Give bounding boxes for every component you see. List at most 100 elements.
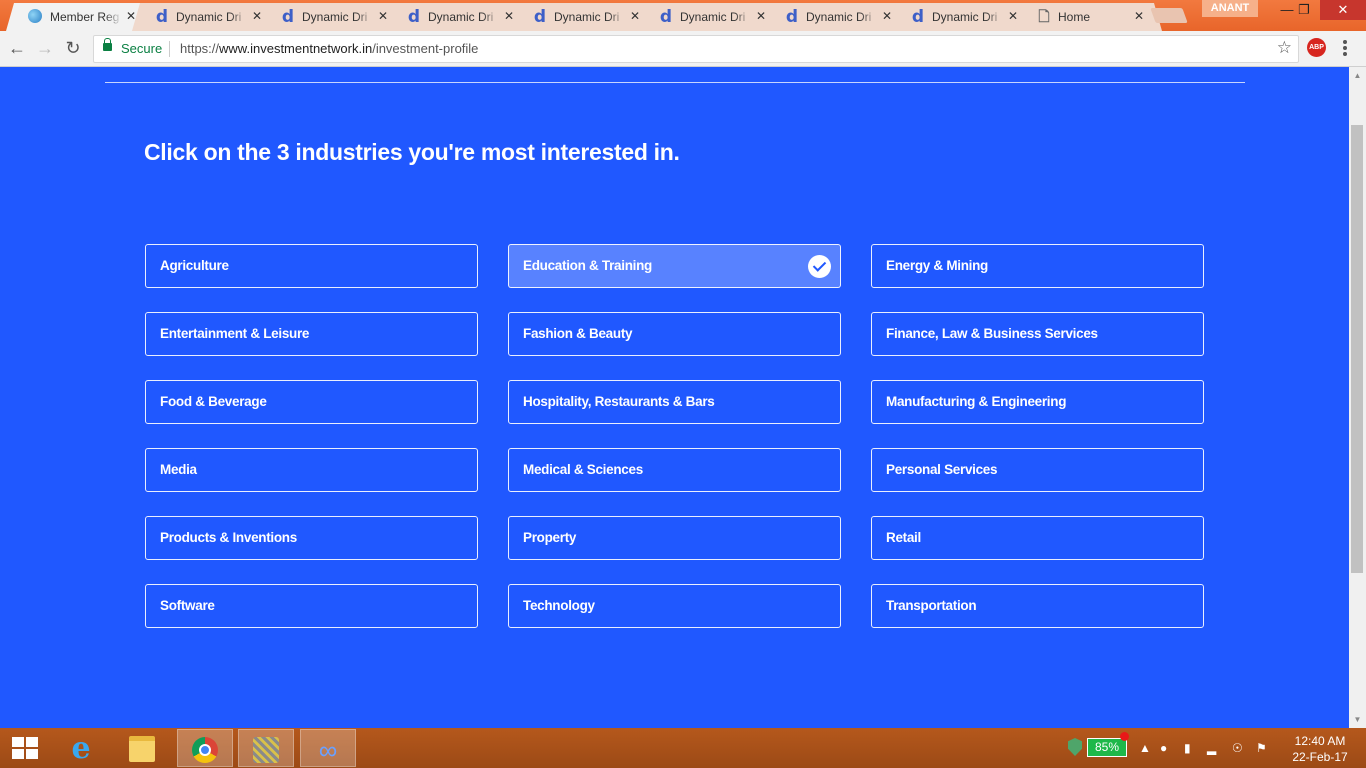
profile-button[interactable]: ANANT [1202,0,1258,17]
scroll-up-icon[interactable]: ▲ [1349,67,1366,84]
industry-label: Products & Inventions [160,530,297,545]
infinity-icon: ∞ [318,735,338,765]
industry-label: Transportation [886,598,977,613]
taskbar: e ∞ 85% ▲ ● ▮ ▂ ☉ ⚑ 12:40 AM 22-Feb-17 [0,728,1366,768]
tab-strip: Member Reg ✕ d Dynamic Dri ✕ d Dynamic Dri ✕ d Dy… [0,0,1366,31]
url-host: www.investmentnetwork.in [219,41,373,56]
industry-option[interactable]: Medical & Sciences [508,448,841,492]
chrome-icon [192,737,218,763]
browser-menu-icon[interactable] [1343,40,1347,58]
address-bar[interactable]: Secure https://www.investmentnetwork.in/… [93,35,1299,63]
tab-title: Dynamic Dri [176,10,248,24]
industry-label: Education & Training [523,258,653,273]
industry-label: Agriculture [160,258,229,273]
industry-option[interactable]: Manufacturing & Engineering [871,380,1204,424]
notification-dot-icon [1120,732,1129,741]
tab-title: Dynamic Dri [806,10,878,24]
industry-option[interactable]: Finance, Law & Business Services [871,312,1204,356]
network-globe-icon[interactable]: ● [1160,741,1167,755]
tab-title: Member Reg [50,10,122,24]
file-explorer-icon [129,736,155,762]
tab-title: Dynamic Dri [932,10,1004,24]
d-icon: d [281,7,295,27]
page-content: Click on the 3 industries you're most in… [0,67,1349,728]
restore-icon[interactable]: ❐ [1287,0,1321,20]
section-divider [105,82,1245,83]
industry-option[interactable]: Hospitality, Restaurants & Bars [508,380,841,424]
d-icon: d [785,7,799,27]
ie-icon [28,9,42,23]
tab-title: Dynamic Dri [554,10,626,24]
industry-label: Hospitality, Restaurants & Bars [523,394,715,409]
security-label: Secure [121,41,163,56]
page-heading: Click on the 3 industries you're most in… [144,139,680,165]
document-icon: 🗋 [1038,9,1050,25]
taskbar-infinity-app[interactable]: ∞ [300,729,356,767]
url-text[interactable]: https://www.investmentnetwork.in/investm… [180,41,478,56]
industry-option[interactable]: Property [508,516,841,560]
power-plug-icon[interactable]: ▮ [1184,741,1191,755]
tab-close-icon[interactable]: ✕ [1134,9,1144,23]
industry-option[interactable]: Agriculture [145,244,478,288]
signal-bars-icon[interactable]: ▂ [1207,741,1216,755]
d-icon: d [407,7,421,27]
industry-option[interactable]: Transportation [871,584,1204,628]
security-shield-icon[interactable] [1068,738,1082,756]
industry-label: Fashion & Beauty [523,326,633,341]
battery-indicator[interactable]: 85% [1087,738,1127,757]
d-icon: d [533,7,547,27]
window-close-icon[interactable]: ✕ [1320,0,1366,20]
checkmark-icon [808,255,831,278]
adblock-icon[interactable]: ABP [1307,38,1326,57]
industry-label: Manufacturing & Engineering [886,394,1067,409]
industry-label: Property [523,530,577,545]
new-tab-button[interactable] [1150,8,1188,23]
industry-option[interactable]: Products & Inventions [145,516,478,560]
page-scrollbar[interactable]: ▲ ▼ [1349,67,1366,728]
industry-label: Entertainment & Leisure [160,326,310,341]
industry-label: Medical & Sciences [523,462,643,477]
url-path: /investment-profile [372,41,479,56]
industry-option[interactable]: Entertainment & Leisure [145,312,478,356]
industry-label: Technology [523,598,595,613]
tab-title: Home [1058,10,1130,24]
industry-option[interactable]: Technology [508,584,841,628]
industry-label: Food & Beverage [160,394,267,409]
system-clock[interactable]: 12:40 AM 22-Feb-17 [1284,733,1356,765]
windows-start-icon[interactable] [12,737,38,759]
tab-title: Dynamic Dri [302,10,374,24]
taskbar-ie[interactable]: e [54,729,110,767]
scroll-down-icon[interactable]: ▼ [1349,711,1366,728]
industry-option[interactable]: Fashion & Beauty [508,312,841,356]
industry-label: Personal Services [886,462,998,477]
taskbar-explorer[interactable] [115,729,171,767]
volume-muted-icon[interactable]: ☉ [1232,741,1243,755]
d-icon: d [659,7,673,27]
taskbar-tools[interactable] [238,729,294,767]
tab-title: Dynamic Dri [680,10,752,24]
clock-time: 12:40 AM [1294,734,1346,748]
industry-option[interactable]: Education & Training [508,244,841,288]
back-icon[interactable]: ← [7,38,27,58]
browser-tab[interactable]: 🗋 Home ✕ [1014,3,1162,31]
show-hidden-icons-icon[interactable]: ▲ [1139,741,1151,755]
divider [169,41,170,57]
industry-label: Software [160,598,215,613]
industry-option[interactable]: Energy & Mining [871,244,1204,288]
d-icon: d [155,7,169,27]
internet-explorer-icon: e [71,731,91,766]
browser-toolbar: ← → ↻ Secure https://www.investmentnetwo… [0,31,1366,67]
scrollbar-thumb[interactable] [1351,125,1363,573]
industry-option[interactable]: Software [145,584,478,628]
industry-option[interactable]: Personal Services [871,448,1204,492]
action-center-flag-icon[interactable]: ⚑ [1256,741,1267,755]
url-scheme: https:// [180,41,220,56]
industry-option[interactable]: Food & Beverage [145,380,478,424]
taskbar-chrome[interactable] [177,729,233,767]
industry-option[interactable]: Media [145,448,478,492]
industry-label: Retail [886,530,921,545]
forward-icon[interactable]: → [35,38,55,58]
bookmark-star-icon[interactable]: ☆ [1277,38,1292,58]
reload-icon[interactable]: ↻ [63,38,83,58]
industry-option[interactable]: Retail [871,516,1204,560]
